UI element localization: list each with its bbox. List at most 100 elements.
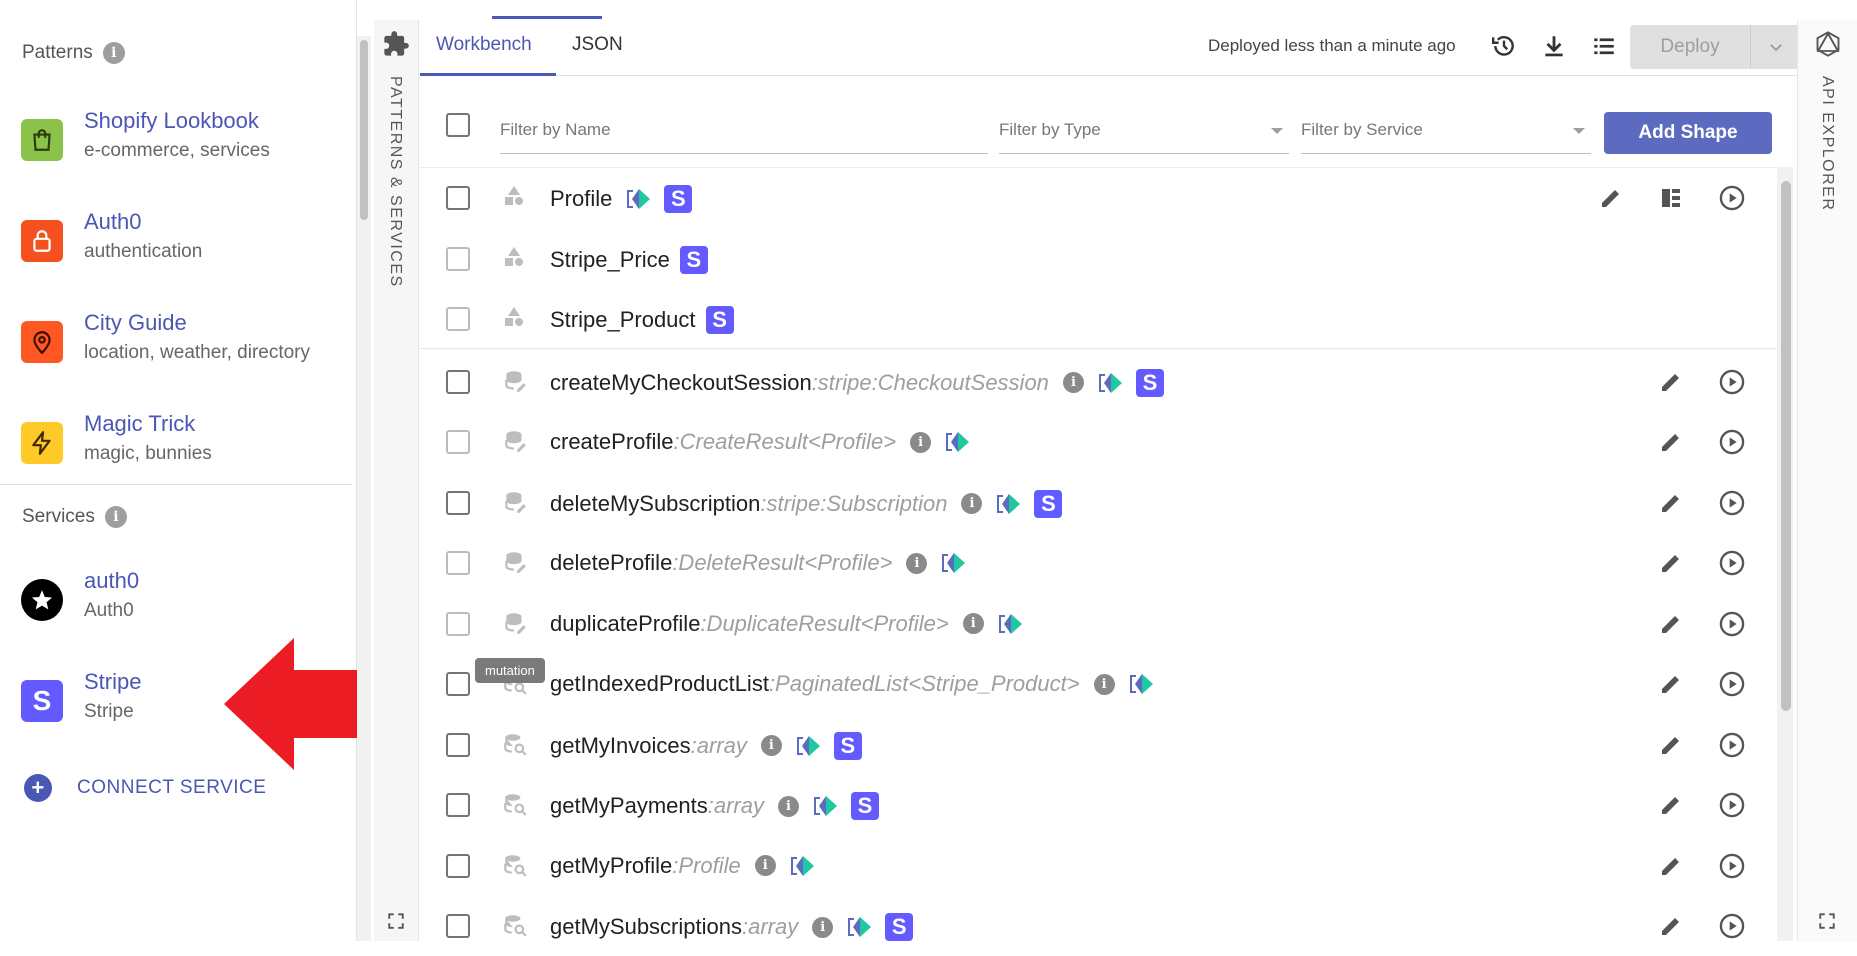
item-label[interactable]: deleteMySubscription:stripe:Subscription… [550, 489, 1063, 518]
download-icon[interactable] [1538, 30, 1570, 62]
sidebar-scrollbar-thumb[interactable] [360, 40, 368, 220]
play-icon[interactable] [1717, 427, 1747, 457]
info-icon[interactable]: i [754, 855, 776, 876]
pattern-item-magic-trick[interactable]: Magic Trick magic, bunnies [0, 399, 352, 495]
play-icon[interactable] [1717, 367, 1747, 397]
pattern-item-auth0[interactable]: Auth0 authentication [0, 197, 352, 293]
row-checkbox[interactable] [446, 307, 470, 331]
list-item[interactable]: getMyPayments:array i S [420, 775, 1777, 835]
row-checkbox[interactable] [446, 369, 470, 394]
pattern-item-city-guide[interactable]: City Guide location, weather, directory [0, 298, 352, 394]
row-checkbox[interactable] [446, 732, 470, 757]
row-checkbox[interactable] [446, 186, 470, 210]
edit-pencil-icon[interactable] [1656, 488, 1686, 518]
row-checkbox[interactable] [446, 430, 470, 454]
layout-icon[interactable] [1656, 183, 1686, 213]
row-checkbox[interactable] [446, 853, 470, 878]
row-checkbox[interactable] [446, 672, 470, 696]
connect-service-button[interactable]: + CONNECT SERVICE [24, 774, 266, 802]
row-checkbox[interactable] [446, 551, 470, 575]
item-label[interactable]: getMyPayments:array i S [550, 792, 879, 820]
item-label[interactable]: getMyInvoices:array i S [550, 731, 862, 760]
play-icon[interactable] [1717, 548, 1747, 578]
edit-pencil-icon[interactable] [1596, 183, 1626, 213]
item-label[interactable]: getIndexedProductList:PaginatedList<Stri… [550, 671, 1157, 697]
filter-by-type-select[interactable]: Filter by Type [999, 112, 1289, 154]
deploy-button[interactable]: Deploy [1630, 25, 1800, 69]
item-label[interactable]: getMyProfile:Profile i [550, 853, 818, 879]
list-icon[interactable] [1588, 30, 1620, 62]
play-icon[interactable] [1717, 488, 1747, 518]
list-item[interactable]: deleteMySubscription:stripe:Subscription… [420, 473, 1777, 533]
row-checkbox[interactable] [446, 914, 470, 938]
list-item[interactable]: getIndexedProductList:PaginatedList<Stri… [420, 654, 1777, 714]
pattern-item-shopify-lookbook[interactable]: Shopify Lookbook e-commerce, services [0, 96, 352, 192]
list-item[interactable]: duplicateProfile:DuplicateResult<Profile… [420, 594, 1777, 654]
edit-pencil-icon[interactable] [1656, 790, 1686, 820]
tab-json[interactable]: JSON [556, 20, 646, 76]
info-icon[interactable]: i [777, 795, 799, 817]
edit-pencil-icon[interactable] [1656, 911, 1686, 941]
play-icon[interactable] [1717, 183, 1747, 213]
tab-workbench[interactable]: Workbench [420, 20, 556, 76]
edit-pencil-icon[interactable] [1656, 548, 1686, 578]
filter-by-name-input[interactable]: Filter by Name [500, 112, 988, 154]
item-label[interactable]: createMyCheckoutSession:stripe:CheckoutS… [550, 368, 1164, 397]
row-checkbox[interactable] [446, 611, 470, 636]
info-icon[interactable]: i [962, 613, 984, 634]
fullscreen-icon[interactable] [1818, 912, 1836, 935]
list-item[interactable]: Stripe_Product S [420, 289, 1777, 349]
list-scrollbar-thumb[interactable] [1781, 181, 1791, 711]
row-checkbox[interactable] [446, 490, 470, 515]
info-icon[interactable]: i [812, 916, 834, 938]
history-icon[interactable] [1488, 30, 1520, 62]
list-item[interactable]: deleteProfile:DeleteResult<Profile> i [420, 533, 1777, 593]
edit-pencil-icon[interactable] [1656, 669, 1686, 699]
play-icon[interactable] [1717, 609, 1747, 639]
list-item[interactable]: getMyInvoices:array i S [420, 715, 1777, 775]
info-icon[interactable]: i [760, 735, 782, 756]
puzzle-icon[interactable] [382, 30, 410, 63]
list-item[interactable]: createProfile:CreateResult<Profile> i [420, 412, 1777, 472]
play-icon[interactable] [1717, 669, 1747, 699]
edit-pencil-icon[interactable] [1656, 609, 1686, 639]
item-label[interactable]: Stripe_Product S [550, 306, 734, 334]
play-icon[interactable] [1717, 790, 1747, 820]
item-label[interactable]: deleteProfile:DeleteResult<Profile> i [550, 550, 969, 576]
graphql-icon[interactable] [1814, 30, 1842, 63]
sidebar-scrollbar[interactable] [357, 36, 371, 941]
item-label[interactable]: duplicateProfile:DuplicateResult<Profile… [550, 611, 1026, 637]
info-icon[interactable]: i [102, 42, 125, 64]
play-icon[interactable] [1717, 730, 1747, 760]
item-label[interactable]: getMySubscriptions:array i S [550, 913, 914, 941]
item-label[interactable]: createProfile:CreateResult<Profile> i [550, 429, 973, 455]
add-shape-button[interactable]: Add Shape [1604, 112, 1772, 154]
patterns-services-strip[interactable]: PATTERNS & SERVICES [374, 20, 419, 941]
edit-pencil-icon[interactable] [1656, 427, 1686, 457]
info-icon[interactable]: i [1093, 673, 1115, 695]
api-explorer-strip[interactable]: API EXPLORER [1797, 20, 1857, 941]
list-item[interactable]: Stripe_Price S [420, 229, 1777, 289]
play-icon[interactable] [1717, 851, 1747, 881]
info-icon[interactable]: i [104, 506, 127, 528]
info-icon[interactable]: i [961, 493, 983, 514]
chevron-down-icon[interactable] [1750, 25, 1800, 69]
item-label[interactable]: Profile S [550, 185, 693, 213]
filter-by-service-select[interactable]: Filter by Service [1301, 112, 1591, 154]
fullscreen-icon[interactable] [387, 912, 405, 935]
info-icon[interactable]: i [910, 431, 932, 453]
row-checkbox[interactable] [446, 793, 470, 817]
list-scrollbar[interactable] [1777, 167, 1793, 941]
list-item[interactable]: createMyCheckoutSession:stripe:CheckoutS… [420, 352, 1777, 412]
row-checkbox[interactable] [446, 246, 470, 271]
list-item[interactable]: Profile S [420, 168, 1777, 228]
item-label[interactable]: Stripe_Price S [550, 245, 708, 274]
info-icon[interactable]: i [1062, 372, 1084, 393]
play-icon[interactable] [1717, 911, 1747, 941]
list-item[interactable]: getMyProfile:Profile i [420, 836, 1777, 896]
list-item[interactable]: getMySubscriptions:array i S [420, 896, 1777, 956]
edit-pencil-icon[interactable] [1656, 851, 1686, 881]
select-all-checkbox[interactable] [446, 113, 470, 137]
info-icon[interactable]: i [906, 552, 928, 574]
edit-pencil-icon[interactable] [1656, 367, 1686, 397]
